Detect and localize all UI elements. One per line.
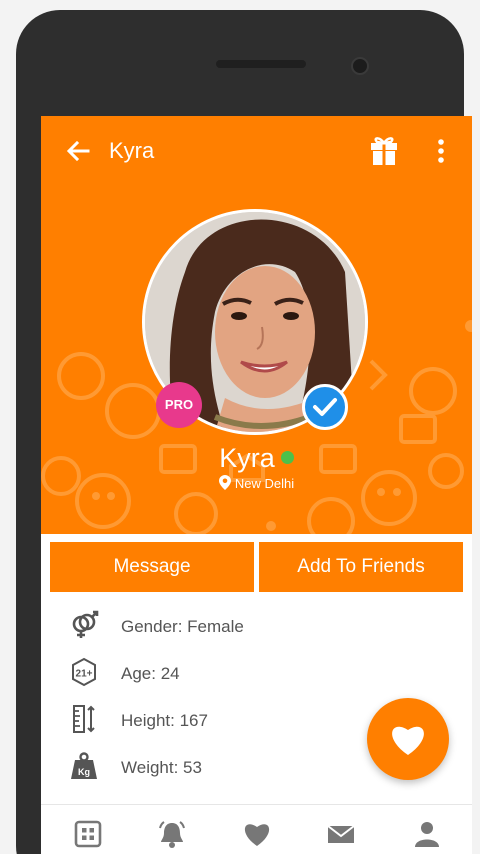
info-height: Height: 167 (121, 711, 208, 730)
profile-name-row: Kyra (41, 442, 472, 474)
phone-speaker (216, 60, 306, 68)
message-button[interactable]: Message (50, 542, 254, 592)
profile-person-icon (415, 822, 439, 847)
page-title: Kyra (109, 138, 155, 163)
gift-icon (371, 137, 397, 165)
heart-icon (244, 824, 270, 846)
nav-profile[interactable] (412, 819, 442, 849)
pro-badge: PRO (156, 382, 202, 428)
info-row-gender: Gender: Female (41, 606, 472, 646)
phone-camera (351, 57, 369, 75)
heart-icon (392, 726, 424, 755)
checkmark-icon (313, 398, 337, 416)
svg-text:21+: 21+ (76, 669, 93, 680)
profile-actions: Message Add To Friends (41, 534, 472, 604)
nav-grid[interactable] (73, 819, 103, 849)
mail-icon (327, 825, 355, 843)
profile-header: Kyra PRO Kyra New Delhi (41, 116, 472, 534)
like-fab-button[interactable] (367, 698, 449, 780)
top-app-bar: Kyra (41, 116, 472, 184)
nav-likes[interactable] (242, 819, 272, 849)
gift-button[interactable] (369, 134, 399, 166)
age-21-plus-icon: 21+ (72, 657, 96, 687)
more-options-button[interactable] (431, 136, 451, 166)
nav-messages[interactable] (326, 819, 356, 849)
weight-kg-icon: Kg (71, 752, 97, 779)
info-age: Age: 24 (121, 664, 180, 683)
info-gender: Gender: Female (121, 617, 244, 636)
info-row-age: 21+ Age: 24 (41, 653, 472, 693)
svg-text:Kg: Kg (78, 767, 90, 777)
app-screen: Kyra PRO Kyra New Delhi Message Add To F… (41, 116, 472, 854)
arrow-left-icon (66, 140, 90, 162)
height-ruler-icon (73, 705, 95, 733)
profile-location: New Delhi (41, 475, 472, 493)
online-status-dot (280, 451, 294, 464)
info-weight: Weight: 53 (121, 758, 202, 777)
verified-badge (302, 384, 348, 430)
bottom-navigation (41, 804, 472, 854)
profile-name: Kyra (219, 443, 275, 473)
location-pin-icon (218, 475, 231, 490)
nav-notifications[interactable] (157, 819, 187, 849)
back-button[interactable] (63, 136, 93, 166)
add-to-friends-button[interactable]: Add To Friends (259, 542, 463, 592)
gender-icon (72, 610, 99, 638)
more-vertical-icon (438, 139, 444, 163)
grid-icon (74, 820, 102, 848)
phone-frame: Kyra PRO Kyra New Delhi Message Add To F… (16, 10, 472, 854)
location-text: New Delhi (234, 476, 295, 491)
notification-bell-icon (159, 821, 185, 848)
